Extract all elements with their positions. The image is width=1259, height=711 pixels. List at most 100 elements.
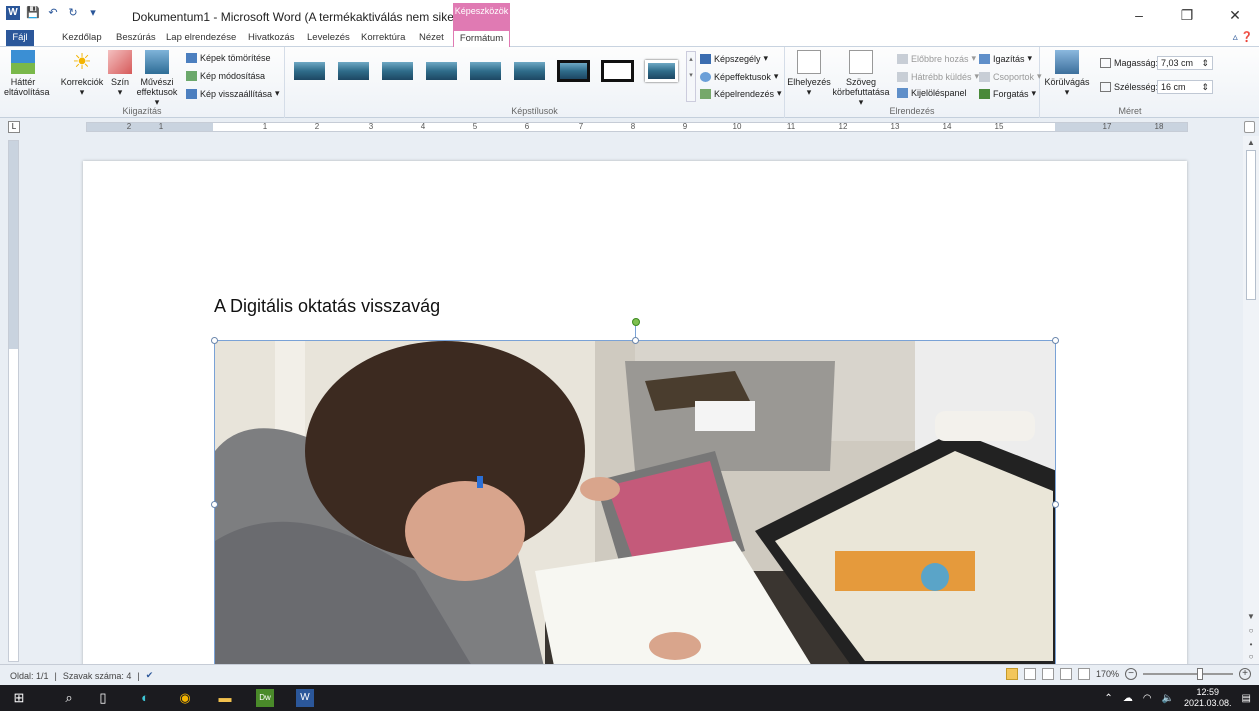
prev-page-icon[interactable]: ○ [1245, 626, 1257, 635]
height-input[interactable]: 7,03 cm ⇕ [1157, 56, 1213, 70]
tab-review[interactable]: Korrektúra [361, 32, 405, 43]
word-count[interactable]: Szavak száma: 4 [63, 671, 132, 681]
remove-background-button[interactable]: Háttér eltávolítása [4, 50, 50, 97]
rotate-button[interactable]: Forgatás ▾ [979, 88, 1036, 99]
close-button[interactable]: ✕ [1211, 0, 1259, 30]
outline-view-icon[interactable] [1059, 668, 1072, 680]
scroll-down-icon[interactable]: ▼ [1245, 612, 1257, 621]
file-explorer-icon[interactable]: ▬ [216, 689, 234, 707]
picture-border-button[interactable]: Képszegély ▾ [700, 53, 768, 64]
draft-view-icon[interactable] [1077, 668, 1090, 680]
wrap-text-button[interactable]: Szöveg körbefuttatása ▾ [831, 50, 891, 107]
position-button[interactable]: Elhelyezés ▾ [787, 50, 831, 97]
vertical-scrollbar[interactable]: ▲ ▼ ○ • ○ [1243, 136, 1259, 664]
tab-home[interactable]: Kezdőlap [62, 32, 102, 43]
network-icon[interactable]: ◠ [1143, 693, 1152, 704]
align-button[interactable]: Igazítás ▾ [979, 53, 1032, 64]
customize-qat-icon[interactable]: ▾ [86, 6, 100, 20]
selected-picture[interactable] [214, 340, 1056, 664]
word-app-icon[interactable]: W [6, 6, 20, 20]
change-picture-button[interactable]: Kép módosítása [186, 71, 265, 81]
crop-button[interactable]: Körülvágás ▾ [1042, 50, 1092, 97]
picture-style-thumb[interactable] [599, 56, 636, 86]
zoom-out-icon[interactable]: − [1125, 668, 1137, 680]
artistic-effects-button[interactable]: Művészi effektusok ▾ [136, 50, 178, 107]
browse-object-icon[interactable]: • [1245, 640, 1257, 649]
web-layout-view-icon[interactable] [1041, 668, 1054, 680]
redo-icon[interactable]: ↻ [66, 6, 80, 20]
picture-style-thumb[interactable] [335, 56, 372, 86]
picture-layout-button[interactable]: Képelrendezés ▾ [700, 88, 782, 99]
show-hidden-icons-icon[interactable]: ⌃ [1104, 693, 1112, 704]
tab-file[interactable]: Fájl [6, 30, 34, 46]
styles-gallery-scroll[interactable]: ▴ ▾ [686, 51, 696, 102]
zoom-slider-thumb[interactable] [1197, 668, 1203, 680]
view-ruler-icon[interactable] [1244, 121, 1255, 133]
spinner-icon[interactable]: ⇕ [1201, 81, 1209, 93]
picture-style-thumb[interactable] [467, 56, 504, 86]
resize-handle[interactable] [1052, 337, 1059, 344]
resize-handle[interactable] [1052, 501, 1059, 508]
picture-style-thumb[interactable] [423, 56, 460, 86]
zoom-level[interactable]: 170% [1096, 669, 1119, 679]
picture-style-thumb[interactable] [643, 56, 680, 86]
page-count[interactable]: Oldal: 1/1 [10, 671, 49, 681]
vertical-ruler[interactable] [8, 140, 19, 662]
restore-button[interactable]: ❐ [1163, 0, 1211, 30]
document-area[interactable]: A Digitális oktatás visszavág [24, 136, 1243, 664]
picture-effects-button[interactable]: Képeffektusok ▾ [700, 71, 778, 82]
color-button[interactable]: Szín ▾ [108, 50, 132, 97]
compress-pictures-button[interactable]: Képek tömörítése [186, 53, 271, 63]
help-icon[interactable]: ▵ ❓ [1233, 32, 1253, 43]
width-input[interactable]: 16 cm ⇕ [1157, 80, 1213, 94]
bring-forward-button[interactable]: Előbbre hozás ▾ [897, 53, 976, 64]
print-layout-view-icon[interactable] [1005, 668, 1018, 680]
picture-style-thumb[interactable] [291, 56, 328, 86]
resize-handle[interactable] [211, 501, 218, 508]
tab-format[interactable]: Formátum [453, 30, 510, 47]
tab-page-layout[interactable]: Lap elrendezése [166, 32, 236, 43]
picture-style-thumb[interactable] [511, 56, 548, 86]
save-icon[interactable]: 💾 [26, 6, 40, 20]
selection-pane-button[interactable]: Kijelöléspanel [897, 88, 967, 98]
document-page[interactable]: A Digitális oktatás visszavág [83, 161, 1187, 664]
next-page-icon[interactable]: ○ [1245, 652, 1257, 661]
chrome-icon[interactable]: ◉ [176, 689, 194, 707]
clock[interactable]: 12:59 2021.03.08. [1184, 687, 1232, 709]
corrections-button[interactable]: ☀ Korrekciók ▾ [60, 50, 104, 98]
group-objects-button[interactable]: Csoportok ▾ [979, 71, 1042, 82]
scroll-up-icon[interactable]: ▲ [1245, 138, 1257, 147]
search-icon[interactable]: ⌕ [60, 689, 78, 707]
notifications-icon[interactable]: ▤ [1242, 693, 1251, 704]
reset-picture-button[interactable]: Kép visszaállítása ▾ [186, 88, 280, 99]
tab-references[interactable]: Hivatkozás [248, 32, 294, 43]
start-icon[interactable]: ⊞ [10, 689, 28, 707]
crop-icon [1055, 50, 1079, 74]
volume-icon[interactable]: 🔈 [1162, 693, 1174, 704]
onedrive-icon[interactable]: ☁ [1123, 693, 1133, 704]
spinner-icon[interactable]: ⇕ [1201, 57, 1209, 69]
document-heading[interactable]: A Digitális oktatás visszavág [214, 296, 440, 317]
tab-mailings[interactable]: Levelezés [307, 32, 350, 43]
full-screen-reading-view-icon[interactable] [1023, 668, 1036, 680]
proofing-icon[interactable]: ✔ [146, 670, 154, 681]
word-taskbar-icon[interactable]: W [296, 689, 314, 707]
scrollbar-thumb[interactable] [1246, 150, 1256, 300]
tab-view[interactable]: Nézet [419, 32, 444, 43]
task-view-icon[interactable]: ▯ [94, 689, 112, 707]
edge-icon[interactable]: ◐ [136, 689, 154, 707]
tab-selector[interactable]: L [8, 121, 20, 133]
resize-handle[interactable] [632, 337, 639, 344]
tab-insert[interactable]: Beszúrás [116, 32, 156, 43]
zoom-in-icon[interactable]: + [1239, 668, 1251, 680]
send-backward-button[interactable]: Hátrébb küldés ▾ [897, 71, 979, 82]
ruler-bar[interactable]: 2 1 1 2 3 4 5 6 7 8 9 10 11 12 13 14 15 … [86, 122, 1188, 132]
dreamweaver-icon[interactable]: Dw [256, 689, 274, 707]
undo-icon[interactable]: ↶ [46, 6, 60, 20]
rotate-handle[interactable] [632, 318, 640, 326]
picture-style-thumb[interactable] [379, 56, 416, 86]
zoom-slider[interactable] [1143, 668, 1233, 680]
minimize-button[interactable]: – [1115, 0, 1163, 30]
resize-handle[interactable] [211, 337, 218, 344]
picture-style-thumb[interactable] [555, 56, 592, 86]
